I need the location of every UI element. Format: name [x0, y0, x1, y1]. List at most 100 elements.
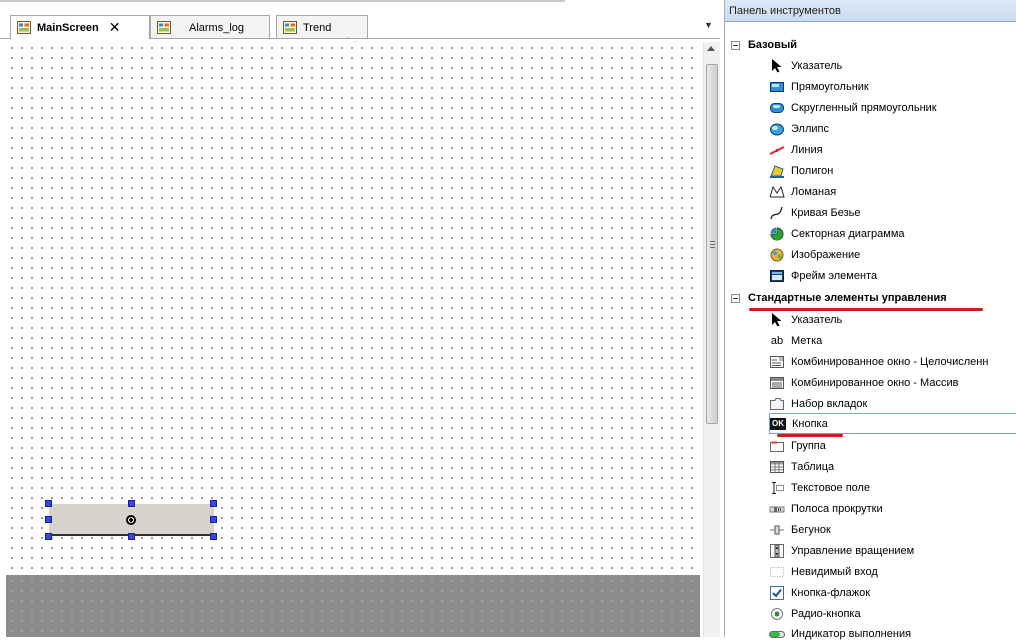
- bezier-icon: [769, 205, 785, 221]
- visualization-icon: [157, 21, 171, 34]
- scroll-up-arrow-icon[interactable]: [707, 46, 715, 51]
- resize-handle[interactable]: [210, 533, 217, 540]
- tool-item-pie-chart[interactable]: Секторная диаграмма: [769, 223, 1016, 244]
- pie-chart-icon: [769, 226, 785, 242]
- tab-label: Alarms_log: [189, 21, 245, 34]
- slider-icon: [769, 522, 785, 538]
- close-tab-icon[interactable]: ✕: [109, 19, 121, 36]
- table-icon: [769, 459, 785, 475]
- tool-item-polyline[interactable]: Ломаная: [769, 181, 1016, 202]
- tool-item-polygon[interactable]: Полигон: [769, 160, 1016, 181]
- tool-item-line[interactable]: Линия: [769, 139, 1016, 160]
- tool-item-label: Прямоугольник: [791, 80, 869, 93]
- tab-label: Trend: [303, 21, 332, 34]
- tool-item-label: Комбинированное окно - Массив: [791, 376, 959, 389]
- tool-item-group-box[interactable]: Группа: [769, 435, 1016, 456]
- resize-handle[interactable]: [45, 516, 52, 523]
- tab-mainscreen[interactable]: MainScreen ✕: [10, 15, 150, 39]
- tool-item-invisible-input[interactable]: Невидимый вход: [769, 561, 1016, 582]
- frame-icon: [769, 268, 785, 284]
- resize-handle[interactable]: [45, 533, 52, 540]
- tool-item-rounded-rectangle[interactable]: Скругленный прямоугольник: [769, 97, 1016, 118]
- tab-control-icon: [769, 396, 785, 412]
- rectangle-icon: [769, 79, 785, 95]
- combobox-integer-icon: [769, 354, 785, 370]
- tool-item-label: Эллипс: [791, 122, 829, 135]
- tool-item-table[interactable]: Таблица: [769, 456, 1016, 477]
- resize-handle[interactable]: [128, 500, 135, 507]
- scrollbar-icon: [769, 501, 785, 517]
- polygon-icon: [769, 163, 785, 179]
- tool-item-frame[interactable]: Фрейм элемента: [769, 265, 1016, 286]
- tool-item-label: Невидимый вход: [791, 565, 878, 578]
- tool-item-bezier[interactable]: Кривая Безье: [769, 202, 1016, 223]
- resize-handle[interactable]: [128, 533, 135, 540]
- tool-item-text-field[interactable]: Текстовое поле: [769, 477, 1016, 498]
- collapse-icon[interactable]: [731, 40, 740, 50]
- progress-bar-icon: [769, 626, 785, 642]
- visualization-editor: MainScreen ✕ Alarms_log Trend ▼ ⌃⌄: [0, 0, 720, 637]
- tool-item-checkbox[interactable]: Кнопка-флажок: [769, 582, 1016, 603]
- ellipse-icon: [769, 121, 785, 137]
- tool-item-label: Текстовое поле: [791, 481, 871, 494]
- vertical-scrollbar[interactable]: [703, 42, 720, 637]
- line-icon: [769, 142, 785, 158]
- tool-item-label: Полигон: [791, 164, 834, 177]
- resize-handle[interactable]: [210, 500, 217, 507]
- rounded-rectangle-icon: [769, 100, 785, 116]
- spin-control-icon: [769, 543, 785, 559]
- tool-item-radio-button[interactable]: Радио-кнопка: [769, 603, 1016, 624]
- resize-handle[interactable]: [210, 516, 217, 523]
- tool-item-label: Указатель: [791, 313, 843, 326]
- tool-item-label: Скругленный прямоугольник: [791, 101, 937, 114]
- tool-item-label: Группа: [791, 439, 826, 452]
- invisible-input-icon: [769, 564, 785, 580]
- tool-item-pointer[interactable]: Указатель: [769, 55, 1016, 76]
- tool-item-label: Радио-кнопка: [791, 607, 861, 620]
- tool-item-combobox-array[interactable]: Комбинированное окно - Массив: [769, 372, 1016, 393]
- tab-label: MainScreen: [37, 21, 99, 34]
- tool-item-tab-control[interactable]: Набор вкладок: [769, 393, 1016, 414]
- tool-item-label-control[interactable]: ab Метка: [769, 330, 1016, 351]
- tool-item-label: Изображение: [791, 248, 861, 261]
- visualization-icon: [17, 21, 31, 34]
- tool-item-rectangle[interactable]: Прямоугольник: [769, 76, 1016, 97]
- canvas-outside-area: [6, 575, 700, 637]
- tool-item-progress-bar[interactable]: Индикатор выполнения: [769, 623, 1016, 644]
- tab-list-dropdown-icon[interactable]: ▼: [704, 20, 713, 30]
- tool-item-label: Секторная диаграмма: [791, 227, 905, 240]
- tool-item-label: Кривая Безье: [791, 206, 861, 219]
- tool-item-button[interactable]: OK Кнопка: [769, 413, 1016, 434]
- tool-item-label: Ломаная: [791, 185, 837, 198]
- tab-alarms-log[interactable]: Alarms_log: [150, 15, 270, 39]
- tool-item-label: Указатель: [791, 59, 843, 72]
- group-header-standard-controls[interactable]: Стандартные элементы управления: [725, 288, 1016, 308]
- scrollbar-thumb[interactable]: [706, 64, 718, 424]
- tool-item-combobox-integer[interactable]: Комбинированное окно - Целочисленн: [769, 351, 1016, 372]
- label-ab-icon: ab: [770, 334, 784, 347]
- move-center-icon[interactable]: [126, 515, 136, 525]
- tool-item-ellipse[interactable]: Эллипс: [769, 118, 1016, 139]
- tool-item-label: Набор вкладок: [791, 397, 868, 410]
- tool-item-label: Кнопка-флажок: [791, 586, 871, 599]
- group-header-label: Стандартные элементы управления: [748, 292, 947, 304]
- tool-item-pointer[interactable]: Указатель: [769, 309, 1016, 330]
- tool-item-scrollbar[interactable]: Полоса прокрутки: [769, 498, 1016, 519]
- document-tab-bar: MainScreen ✕ Alarms_log Trend ▼: [0, 0, 720, 39]
- pointer-icon: [769, 58, 785, 74]
- design-canvas[interactable]: [6, 42, 700, 575]
- tool-item-label: Полоса прокрутки: [791, 502, 883, 515]
- toolbox-panel: Панель инструментов Базовый Указатель Пр…: [724, 0, 1016, 640]
- tool-item-label: Фрейм элемента: [791, 269, 878, 282]
- tool-item-spin-control[interactable]: Управление вращением: [769, 540, 1016, 561]
- text-field-icon: [769, 480, 785, 496]
- collapse-icon[interactable]: [731, 293, 740, 303]
- scrollbar-grip-icon: [710, 241, 715, 248]
- tool-item-image[interactable]: Изображение: [769, 244, 1016, 265]
- combobox-array-icon: [769, 375, 785, 391]
- group-header-basic[interactable]: Базовый: [725, 35, 1016, 55]
- tool-item-slider[interactable]: Бегунок: [769, 519, 1016, 540]
- tool-item-label: Бегунок: [791, 523, 831, 536]
- resize-handle[interactable]: [45, 500, 52, 507]
- visualization-icon: [283, 21, 297, 34]
